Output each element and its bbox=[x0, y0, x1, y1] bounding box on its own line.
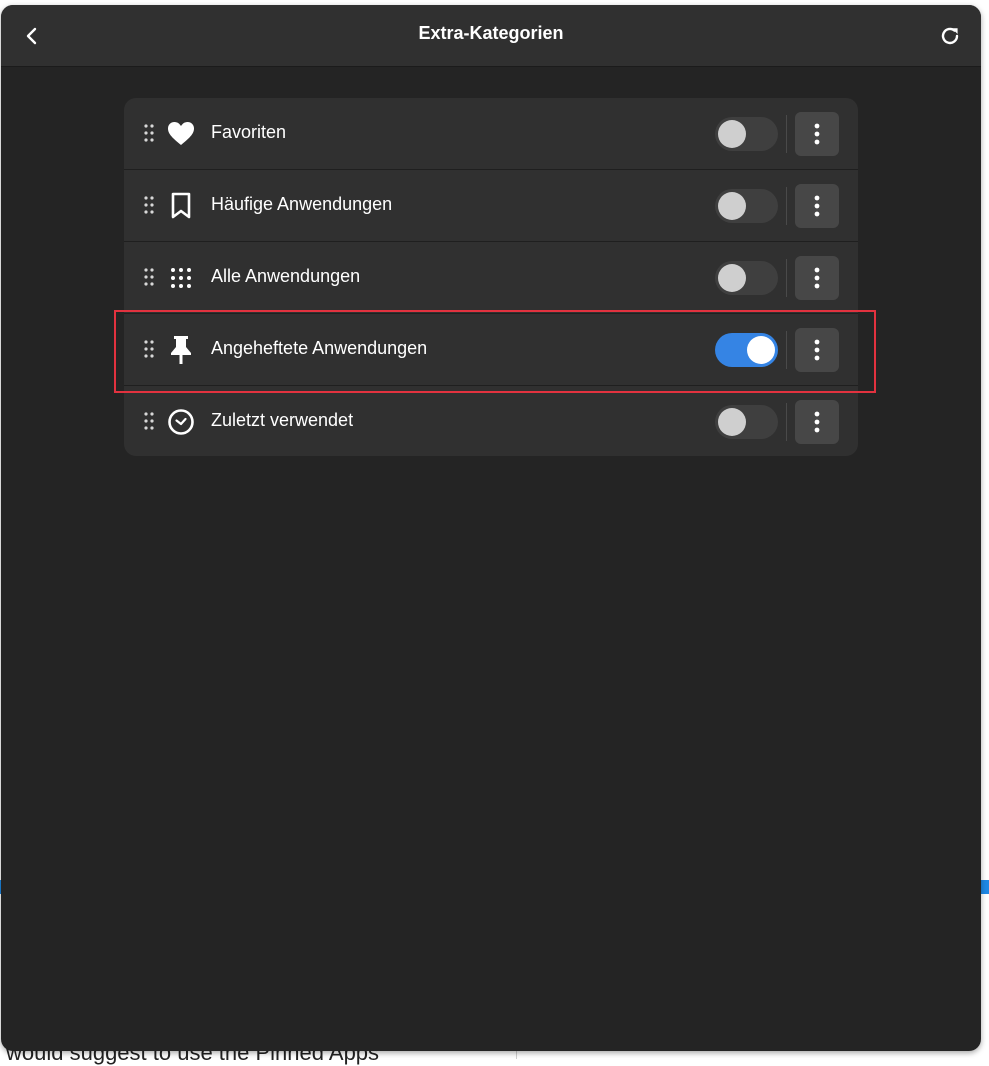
drag-handle-icon[interactable] bbox=[144, 412, 154, 430]
toggle-knob bbox=[718, 120, 746, 148]
dialog-header: Extra-Kategorien bbox=[1, 5, 981, 67]
category-list: Favoriten Häufige Anwendungen Alle Anwen… bbox=[124, 98, 858, 456]
category-toggle[interactable] bbox=[715, 333, 778, 367]
heart-icon bbox=[167, 120, 195, 148]
row-separator bbox=[786, 259, 787, 297]
category-menu-button[interactable] bbox=[795, 184, 839, 228]
category-row: Häufige Anwendungen bbox=[124, 170, 858, 242]
extra-categories-dialog: Extra-Kategorien Favoriten Häufige Anwen… bbox=[1, 5, 981, 1051]
category-toggle[interactable] bbox=[715, 405, 778, 439]
category-row: Angeheftete Anwendungen bbox=[124, 314, 858, 386]
refresh-icon bbox=[941, 27, 959, 45]
drag-handle-icon[interactable] bbox=[144, 124, 154, 142]
kebab-menu-icon bbox=[814, 195, 820, 217]
category-toggle[interactable] bbox=[715, 261, 778, 295]
category-menu-button[interactable] bbox=[795, 400, 839, 444]
kebab-menu-icon bbox=[814, 123, 820, 145]
drag-handle-icon[interactable] bbox=[144, 268, 154, 286]
row-separator bbox=[786, 403, 787, 441]
drag-handle-icon[interactable] bbox=[144, 196, 154, 214]
category-row: Zuletzt verwendet bbox=[124, 386, 858, 456]
category-label: Favoriten bbox=[211, 122, 287, 142]
category-label: Häufige Anwendungen bbox=[211, 194, 393, 214]
row-separator bbox=[786, 331, 787, 369]
category-toggle[interactable] bbox=[715, 189, 778, 223]
category-label: Angeheftete Anwendungen bbox=[211, 338, 428, 358]
app-grid-icon bbox=[167, 264, 195, 292]
clock-icon bbox=[167, 408, 195, 436]
kebab-menu-icon bbox=[814, 339, 820, 361]
category-row: Favoriten bbox=[124, 98, 858, 170]
category-toggle[interactable] bbox=[715, 117, 778, 151]
toggle-knob bbox=[718, 264, 746, 292]
row-separator bbox=[786, 115, 787, 153]
category-row: Alle Anwendungen bbox=[124, 242, 858, 314]
bookmark-icon bbox=[167, 192, 195, 220]
dialog-title: Extra-Kategorien bbox=[418, 23, 564, 43]
category-label: Zuletzt verwendet bbox=[211, 410, 354, 430]
category-menu-button[interactable] bbox=[795, 112, 839, 156]
toggle-knob bbox=[747, 336, 775, 364]
toggle-knob bbox=[718, 408, 746, 436]
kebab-menu-icon bbox=[814, 411, 820, 433]
category-menu-button[interactable] bbox=[795, 328, 839, 372]
toggle-knob bbox=[718, 192, 746, 220]
category-label: Alle Anwendungen bbox=[211, 266, 361, 286]
category-menu-button[interactable] bbox=[795, 256, 839, 300]
drag-handle-icon[interactable] bbox=[144, 340, 154, 358]
kebab-menu-icon bbox=[814, 267, 820, 289]
row-separator bbox=[786, 187, 787, 225]
pin-icon bbox=[167, 336, 195, 364]
refresh-button[interactable] bbox=[933, 19, 967, 53]
